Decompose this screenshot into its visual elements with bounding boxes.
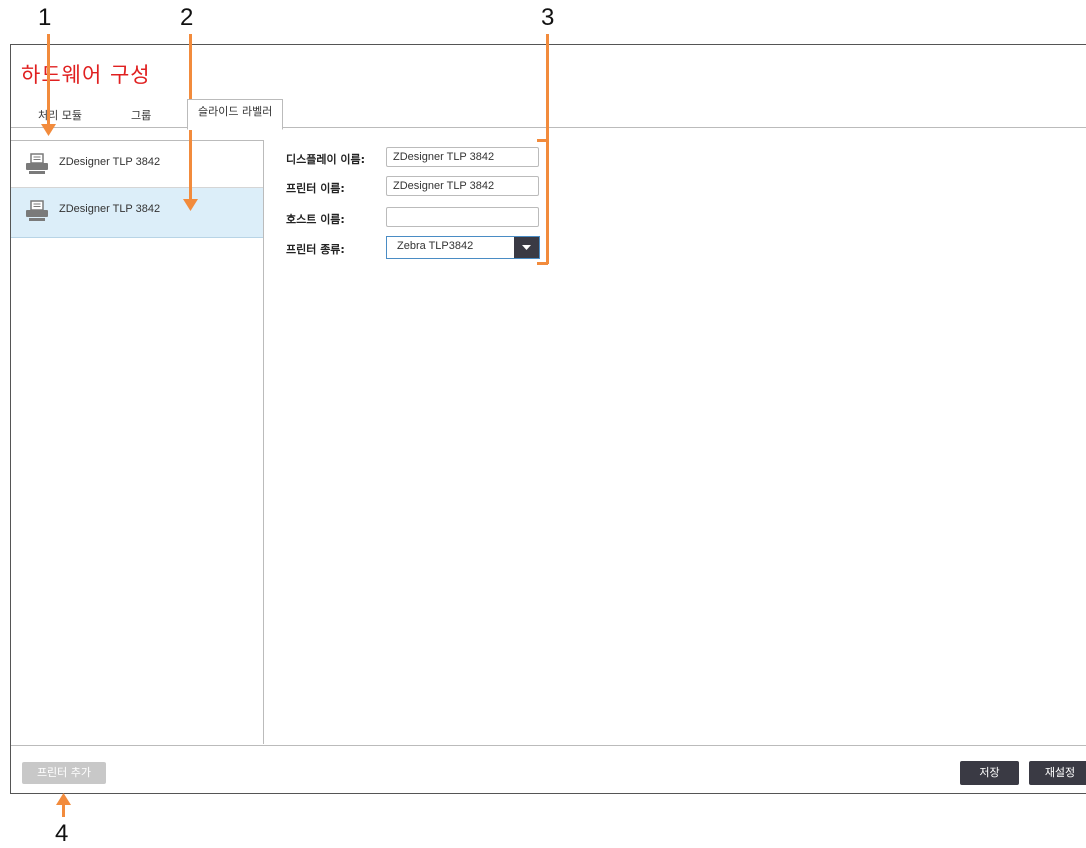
tab-groups[interactable]: 그룹 <box>131 105 151 127</box>
host-name-field[interactable] <box>386 207 539 227</box>
printer-list: ZDesigner TLP 3842 ZDesigner TLP 3842 <box>11 140 264 744</box>
printer-icon <box>25 153 49 175</box>
printer-list-item[interactable]: ZDesigner TLP 3842 <box>11 141 263 188</box>
printer-type-label: 프린터 종류: <box>286 243 345 256</box>
printer-name-label: 프린터 이름: <box>286 182 345 195</box>
host-name-label: 호스트 이름: <box>286 213 345 226</box>
save-button[interactable]: 저장 <box>960 761 1019 785</box>
printer-type-select[interactable]: Zebra TLP3842 <box>386 236 540 259</box>
printer-icon <box>25 200 49 222</box>
dropdown-button[interactable] <box>514 237 539 258</box>
add-printer-button[interactable]: 프린터 추가 <box>22 762 106 784</box>
printer-name: ZDesigner TLP 3842 <box>59 203 161 215</box>
callout-4: 4 <box>55 820 69 847</box>
reset-button[interactable]: 재설정 <box>1029 761 1086 785</box>
printer-type-value: Zebra TLP3842 <box>397 240 474 252</box>
printer-name-field[interactable]: ZDesigner TLP 3842 <box>386 176 539 196</box>
chevron-down-icon <box>522 245 531 250</box>
callout-2: 2 <box>180 4 194 31</box>
callout-3: 3 <box>541 4 555 31</box>
callout-1: 1 <box>38 4 52 31</box>
printer-name: ZDesigner TLP 3842 <box>59 156 161 168</box>
printer-list-item-selected[interactable]: ZDesigner TLP 3842 <box>11 188 263 238</box>
display-name-field[interactable]: ZDesigner TLP 3842 <box>386 147 539 167</box>
footer-divider <box>11 745 1086 746</box>
tab-slide-labeler[interactable]: 슬라이드 라벨러 <box>187 99 284 130</box>
display-name-label: 디스플레이 이름: <box>286 153 366 166</box>
page-title: 하드웨어 구성 <box>21 63 151 87</box>
